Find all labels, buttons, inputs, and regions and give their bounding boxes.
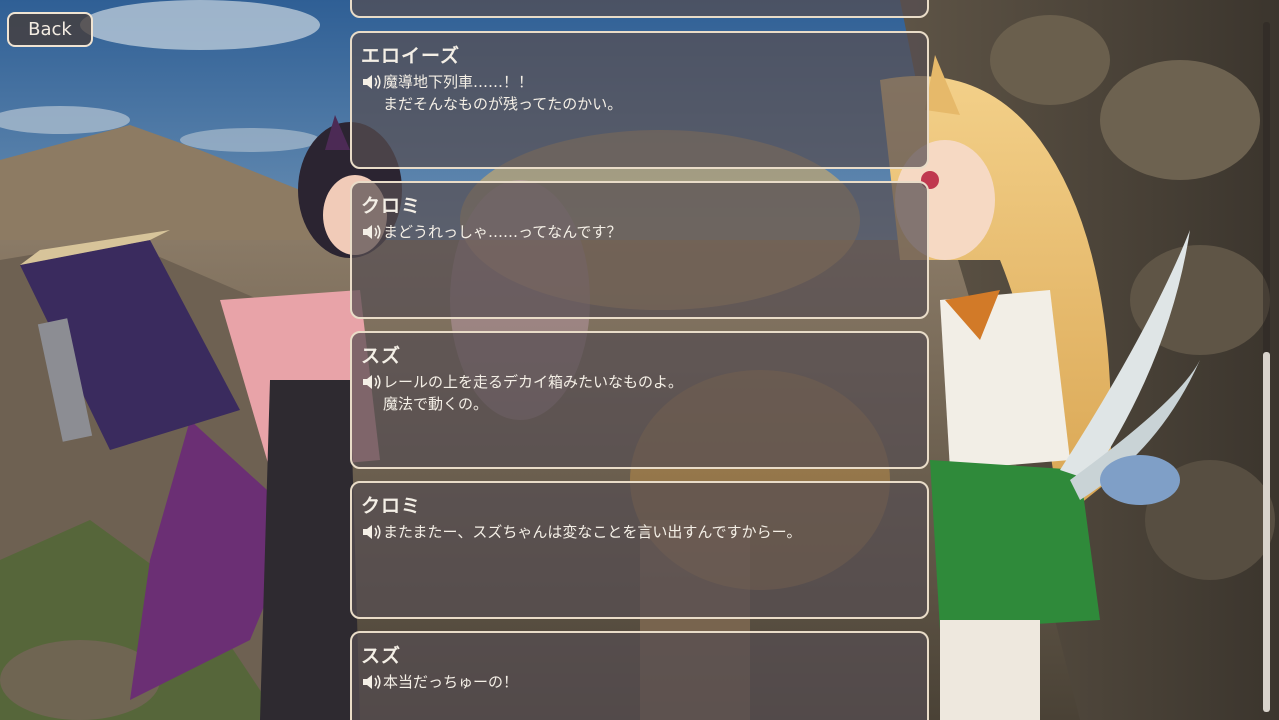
- log-entry-previous: [350, 0, 929, 18]
- log-entry: スズ レールの上を走るデカイ箱みたいなものよ。 魔法で動くの。: [350, 331, 929, 469]
- backlog-scrollbar[interactable]: [1263, 22, 1270, 712]
- speaker-name: クロミ: [361, 195, 422, 217]
- voice-replay-icon[interactable]: [361, 222, 383, 242]
- speaker-name: スズ: [361, 345, 402, 367]
- back-button[interactable]: Back: [7, 12, 93, 47]
- log-entry: クロミ またまたー、スズちゃんは変なことを言い出すんですからー。: [350, 481, 929, 619]
- speaker-name: クロミ: [361, 495, 422, 517]
- dialogue-text: レールの上を走るデカイ箱みたいなものよ。 魔法で動くの。: [383, 373, 684, 413]
- scrollbar-thumb[interactable]: [1263, 352, 1270, 712]
- dialogue-text: まどうれっしゃ……ってなんです？: [383, 223, 622, 241]
- speaker-name: スズ: [361, 645, 402, 667]
- log-entry: スズ 本当だっちゅーの！: [350, 631, 929, 720]
- log-entry: エロイーズ 魔導地下列車……！！ まだそんなものが残ってたのかい。: [350, 31, 929, 169]
- dialogue-text: またまたー、スズちゃんは変なことを言い出すんですからー。: [383, 523, 802, 541]
- speaker-name: エロイーズ: [361, 45, 461, 67]
- voice-replay-icon[interactable]: [361, 72, 383, 92]
- backlog-list[interactable]: エロイーズ 魔導地下列車……！！ まだそんなものが残ってたのかい。 クロミ まど…: [350, 0, 929, 720]
- log-entry: クロミ まどうれっしゃ……ってなんです？: [350, 181, 929, 319]
- voice-replay-icon[interactable]: [361, 522, 383, 542]
- voice-replay-icon[interactable]: [361, 372, 383, 392]
- dialogue-text: 本当だっちゅーの！: [383, 673, 519, 691]
- voice-replay-icon[interactable]: [361, 672, 383, 692]
- dialogue-text: 魔導地下列車……！！ まだそんなものが残ってたのかい。: [383, 73, 623, 113]
